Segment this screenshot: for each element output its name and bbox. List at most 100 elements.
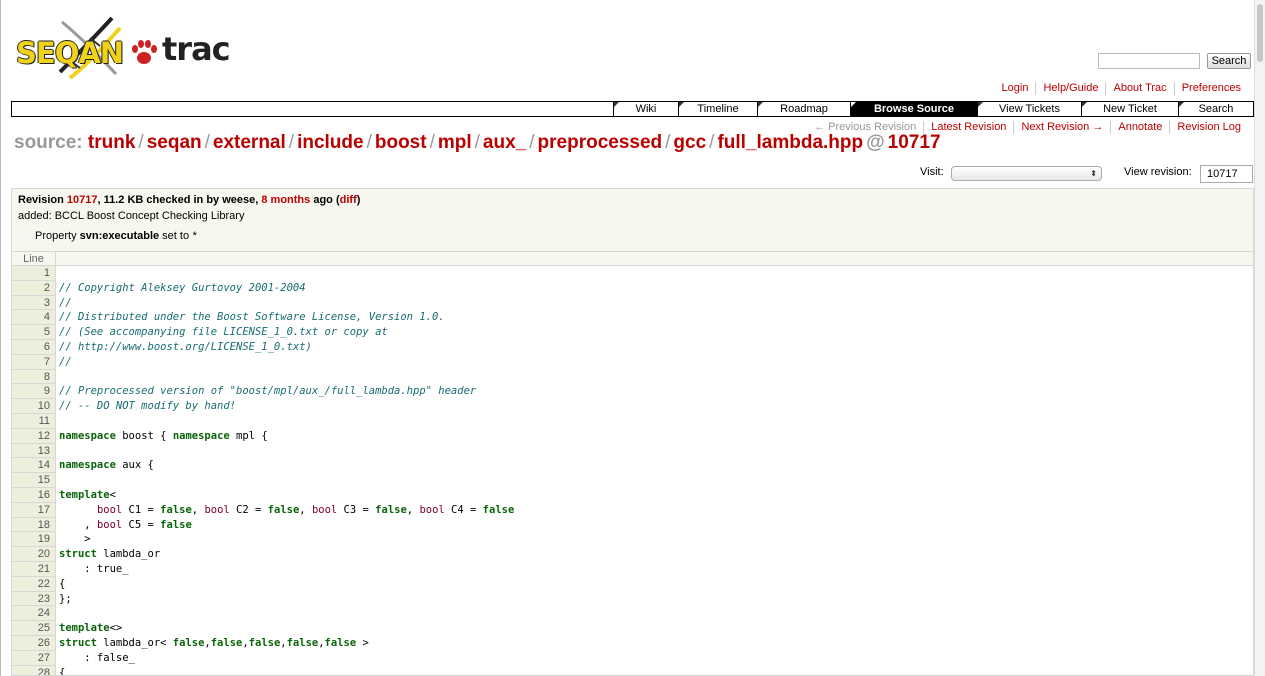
property-name: svn:executable [79,230,160,242]
path-separator: / [665,132,671,153]
line-number[interactable]: 8 [12,369,56,385]
visit-select[interactable]: ⬍ [951,166,1102,181]
annotate-link[interactable]: Annotate [1110,121,1169,134]
code-keyword: struct [59,636,97,649]
line-number[interactable]: 10 [12,399,56,414]
line-number[interactable]: 22 [12,576,56,592]
scrollbar-thumb[interactable] [1257,4,1263,62]
logo-seqan-text: SEQAN [16,36,124,70]
vertical-scrollbar[interactable] [1254,0,1265,676]
search-button[interactable]: Search [1207,53,1251,69]
line-number[interactable]: 23 [12,591,56,607]
code-text: C2 = [229,503,268,516]
code-line-text: // -- DO NOT modify by hand! [59,399,1253,414]
code-type: bool [96,503,123,516]
line-number[interactable]: 12 [12,428,56,444]
code-keyword: template [59,488,110,501]
about-trac-link[interactable]: About Trac [1105,82,1173,95]
code-line-text: // [59,355,1253,370]
preferences-link[interactable]: Preferences [1173,82,1248,95]
code-keyword: false [160,518,192,531]
nav-wiki[interactable]: Wiki [613,102,678,116]
path-segment-trunk[interactable]: trunk [88,132,136,153]
code-line-text [59,473,1253,488]
code-comment: // -- DO NOT modify by hand! [59,400,237,413]
line-number[interactable]: 15 [12,473,56,488]
property-value: * [192,230,197,242]
code-text: { [59,666,66,676]
path-segment-external[interactable]: external [213,132,286,153]
code-keyword: struct [59,548,97,561]
path-separator: / [709,132,715,153]
path-segment-gcc[interactable]: gcc [673,132,706,153]
code-line: 5// (See accompanying file LICENSE_1_0.t… [12,325,1253,340]
path-separator: / [529,132,535,153]
path-segment-preprocessed[interactable]: preprocessed [538,132,663,153]
line-number[interactable]: 24 [12,606,56,622]
revision-link[interactable]: 10717 [67,194,98,206]
path-at-sign: @ [866,132,885,153]
code-text: C3 = [337,503,376,516]
code-line-text: namespace boost { namespace mpl { [59,429,1253,444]
help-guide-link[interactable]: Help/Guide [1035,82,1105,95]
line-number[interactable]: 5 [12,325,56,340]
code-keyword: namespace [59,429,116,442]
line-number[interactable]: 3 [12,295,56,311]
code-line-text: // http://www.boost.org/LICENSE_1_0.txt) [59,340,1253,355]
nav-search[interactable]: Search [1178,102,1253,116]
line-number[interactable]: 27 [12,650,56,666]
code-line: 1 [12,266,1253,281]
nav-new-ticket[interactable]: New Ticket [1081,102,1178,116]
line-number[interactable]: 13 [12,443,56,459]
next-revision-link[interactable]: Next Revision → [1013,121,1110,134]
path-segment-seqan[interactable]: seqan [147,132,202,153]
line-number[interactable]: 21 [12,561,56,577]
code-line: 2// Copyright Aleksey Gurtovoy 2001-2004 [12,280,1253,296]
line-number[interactable]: 6 [12,339,56,355]
code-line: 27 : false_ [12,650,1253,666]
path-segment-boost[interactable]: boost [375,132,427,153]
revision-size-author: , 11.2 KB checked in by weese, [97,194,262,206]
line-number[interactable]: 2 [12,280,56,296]
code-line: 3// [12,295,1253,311]
nav-timeline[interactable]: Timeline [678,102,757,116]
nav-roadmap[interactable]: Roadmap [757,102,850,116]
line-number[interactable]: 9 [12,384,56,400]
line-number[interactable]: 14 [12,458,56,474]
age-link[interactable]: 8 months [261,194,310,206]
revision-log-link[interactable]: Revision Log [1169,121,1248,134]
code-text: > [356,636,369,649]
path-segment-mpl[interactable]: mpl [438,132,472,153]
code-line-text [59,444,1253,459]
path-segment-include[interactable]: include [297,132,364,153]
line-number[interactable]: 26 [12,635,56,651]
line-number[interactable]: 19 [12,532,56,548]
login-link[interactable]: Login [995,82,1036,95]
line-number[interactable]: 17 [12,502,56,518]
search-input[interactable] [1098,53,1200,69]
select-arrows-icon: ⬍ [1090,169,1097,178]
seqan-trac-logo[interactable]: SEQAN trac [16,12,231,82]
line-number[interactable]: 25 [12,621,56,636]
line-number[interactable]: 16 [12,487,56,503]
path-revision-link[interactable]: 10717 [888,132,941,153]
line-number[interactable]: 28 [12,665,56,675]
path-segment-aux[interactable]: aux_ [483,132,526,153]
view-revision-label: View revision: [1124,166,1192,178]
diff-link[interactable]: diff [340,194,357,206]
path-separator: / [204,132,210,153]
code-text: boost { [115,429,173,442]
code-comment: // Preprocessed version of "boost/mpl/au… [59,385,477,398]
view-revision-input[interactable]: 10717 [1200,165,1253,183]
line-number[interactable]: 1 [12,266,56,281]
line-number[interactable]: 20 [12,547,56,562]
line-number[interactable]: 11 [12,413,56,429]
line-number[interactable]: 18 [12,517,56,533]
line-number[interactable]: 4 [12,310,56,326]
nav-view-tickets[interactable]: View Tickets [977,102,1081,116]
code-keyword: false [267,503,300,516]
line-number[interactable]: 7 [12,354,56,370]
nav-browse-source[interactable]: Browse Source [850,102,977,116]
path-segment-file[interactable]: full_lambda.hpp [717,132,863,153]
